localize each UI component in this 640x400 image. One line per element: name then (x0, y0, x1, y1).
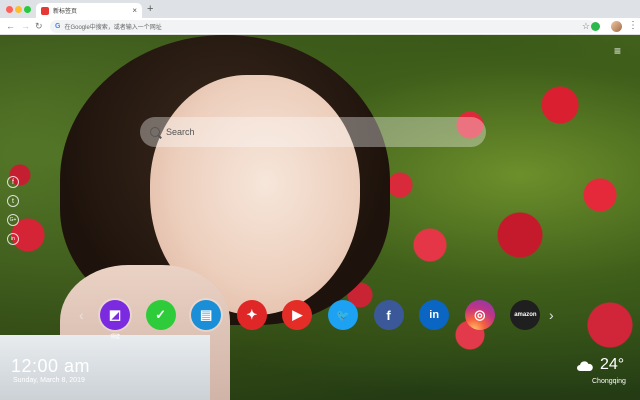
youtube-app-icon[interactable]: ▶ (282, 300, 313, 330)
tab-favicon-icon (41, 6, 49, 15)
dock-prev-arrow-icon[interactable]: ‹ (79, 308, 84, 322)
amazon-app-icon[interactable]: amazon (510, 300, 541, 330)
facebook-app-icon[interactable]: f (373, 300, 404, 330)
twitter-glyph: 🐦 (336, 309, 350, 322)
window-maximize-dot[interactable] (24, 6, 31, 13)
browser-toolbar: ← → ↻ G 在Google中搜索，或者输入一个网址 ☆ ⋮ (0, 18, 640, 35)
extension-icon[interactable] (591, 22, 600, 31)
linkedin-app-icon[interactable]: in (419, 300, 450, 330)
date: Sunday, March 8, 2019 (13, 377, 85, 384)
gallery-app-label: 顶壁 (109, 334, 120, 340)
tab-title: 新标签页 (53, 9, 78, 15)
twitter-share-icon[interactable]: t (7, 195, 19, 207)
tab-new-tab[interactable]: 新标签页 × (36, 3, 142, 18)
search-icon (150, 127, 160, 137)
instagram-glyph: ◎ (474, 307, 486, 322)
omnibox[interactable]: G 在Google中搜索，或者输入一个网址 ☆ (50, 20, 595, 33)
amazon-glyph: amazon (514, 312, 537, 318)
instagram-app-icon[interactable]: ◎ (464, 300, 495, 330)
notes-app-icon[interactable]: ▤ (191, 300, 222, 330)
facebook-glyph: f (386, 307, 391, 323)
window-minimize-dot[interactable] (15, 6, 22, 13)
googleplus-share-icon[interactable]: G+ (7, 214, 19, 226)
weather-temperature: 24° (600, 356, 625, 373)
reload-button[interactable]: ↻ (35, 20, 43, 33)
weather-city: Chongqing (592, 378, 626, 385)
youtube-glyph: ▶ (292, 307, 303, 322)
dock-next-arrow-icon[interactable]: › (549, 308, 554, 322)
omnibox-placeholder[interactable]: 在Google中搜索，或者输入一个网址 (64, 22, 161, 31)
forward-button[interactable]: → (21, 20, 30, 33)
game-glyph: ✦ (246, 307, 258, 322)
browser-menu-icon[interactable]: ⋮ (628, 19, 638, 33)
browser-tab-bar: 新标签页 × + (0, 0, 640, 18)
search-bar[interactable] (140, 117, 486, 147)
linkedin-share-icon[interactable]: in (7, 233, 19, 245)
tasks-glyph: ✓ (155, 307, 167, 322)
cloud-icon (577, 361, 593, 371)
back-button[interactable]: ← (6, 20, 15, 33)
profile-avatar[interactable] (611, 21, 622, 32)
google-icon: G (55, 23, 61, 30)
facebook-share-icon[interactable]: f (7, 176, 19, 188)
search-input[interactable] (166, 127, 466, 137)
gallery-app-icon[interactable]: ◩ (100, 300, 130, 330)
bookmark-star-icon[interactable]: ☆ (582, 21, 590, 32)
tasks-app-icon[interactable]: ✓ (145, 300, 176, 330)
new-tab-page: ≡ f t G+ in ‹ › ◩ ✓ ▤ ✦ ▶ 🐦 f in ◎ amazon 顶壁 12:0… (0, 35, 640, 400)
game-app-icon[interactable]: ✦ (236, 300, 267, 330)
linkedin-glyph: in (429, 309, 440, 321)
clock: 12:00 am (11, 356, 91, 376)
notes-glyph: ▤ (200, 307, 213, 322)
tab-close-icon[interactable]: × (132, 6, 137, 15)
gallery-glyph: ◩ (108, 307, 122, 322)
new-tab-button[interactable]: + (147, 2, 153, 16)
twitter-app-icon[interactable]: 🐦 (328, 300, 358, 330)
window-close-dot[interactable] (6, 6, 13, 13)
hamburger-menu-icon[interactable]: ≡ (614, 45, 621, 57)
